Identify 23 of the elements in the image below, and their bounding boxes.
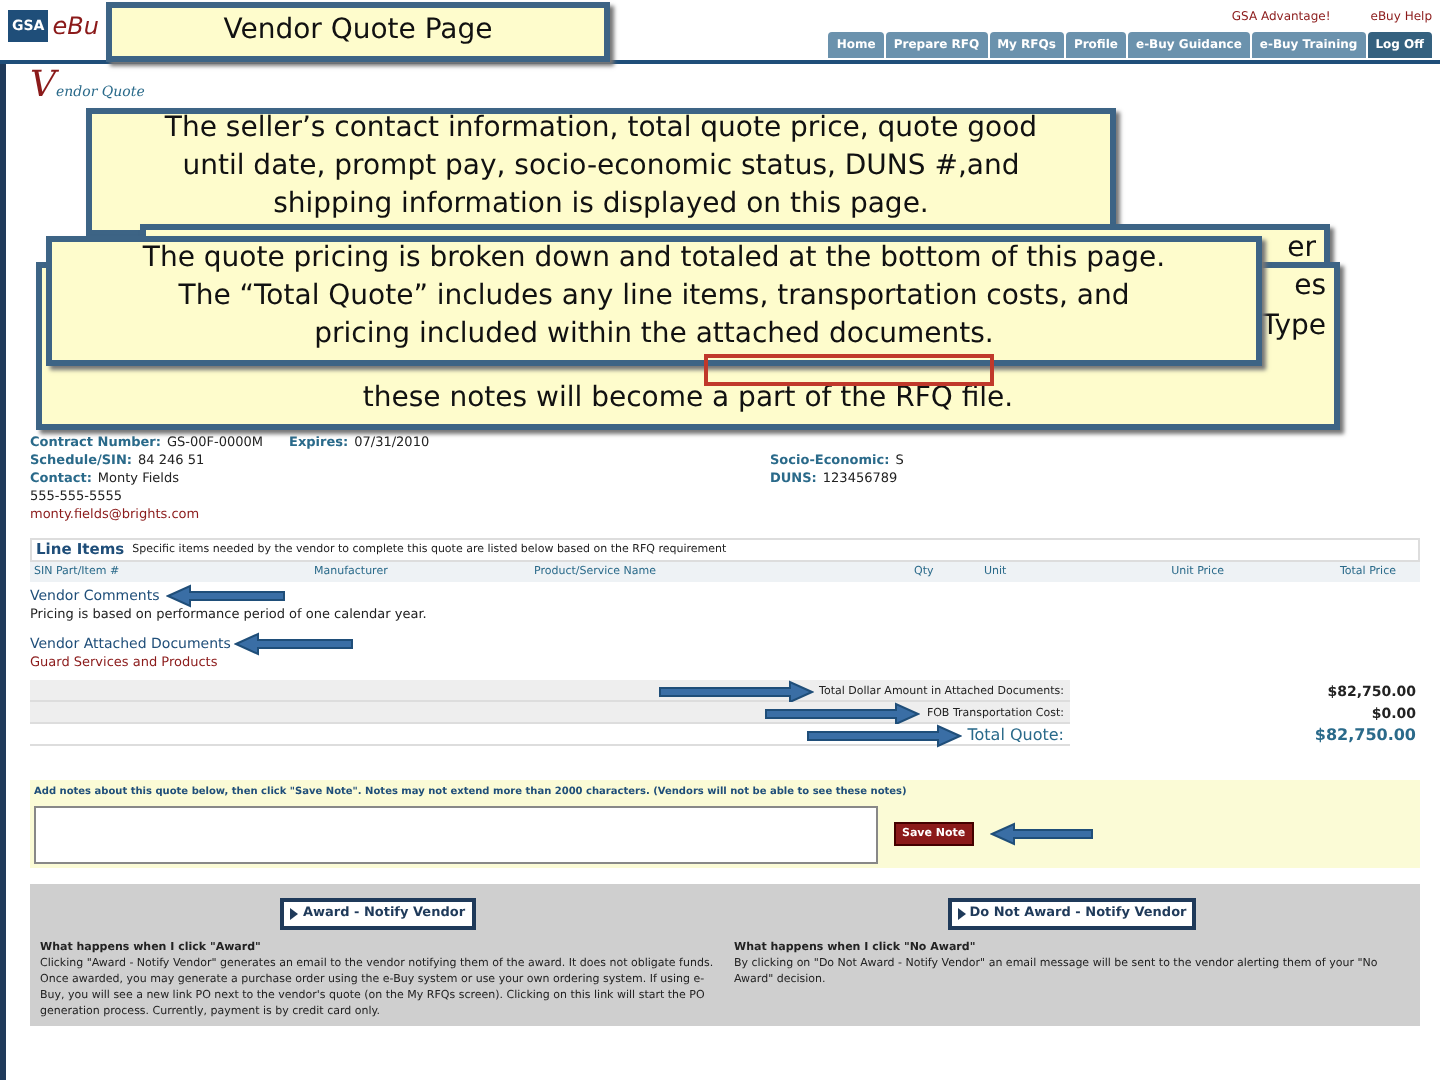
- play-icon: [957, 907, 966, 920]
- callout-fragment: es: [1294, 270, 1326, 302]
- callout-text: The quote pricing is broken down and totaled at the bottom of this page.: [142, 240, 1166, 278]
- play-icon: [290, 907, 299, 920]
- arrow-icon: [234, 632, 355, 656]
- arrow-icon: [165, 584, 286, 608]
- arrow-icon: [764, 702, 921, 726]
- arrow-icon: [805, 724, 962, 748]
- callout-fragment: Type: [1261, 310, 1326, 342]
- callout-text: shipping information is displayed on this page.: [273, 186, 929, 224]
- callout-text: The “Total Quote” includes any line items, transportation costs, and: [178, 278, 1130, 316]
- arrow-icon: [657, 680, 814, 704]
- arrow-icon: [989, 822, 1094, 846]
- total-label: Total Quote:: [967, 724, 1064, 748]
- callout-fragment: er: [1287, 232, 1316, 264]
- callout-text: The seller’s contact information, total quote price, quote good: [164, 110, 1038, 148]
- callout-text: pricing included within the attached documents.: [314, 316, 994, 354]
- callout-text: Vendor Quote Page: [223, 12, 493, 50]
- callout-text: these notes will become a part of the RFQ file.: [362, 380, 1014, 418]
- notes-field[interactable]: [34, 805, 878, 863]
- callout-text: until date, prompt pay, socio-economic status, DUNS #,and: [182, 148, 1020, 186]
- total-value: $82,750.00: [1314, 724, 1416, 748]
- logo-text: eBu: [52, 10, 99, 44]
